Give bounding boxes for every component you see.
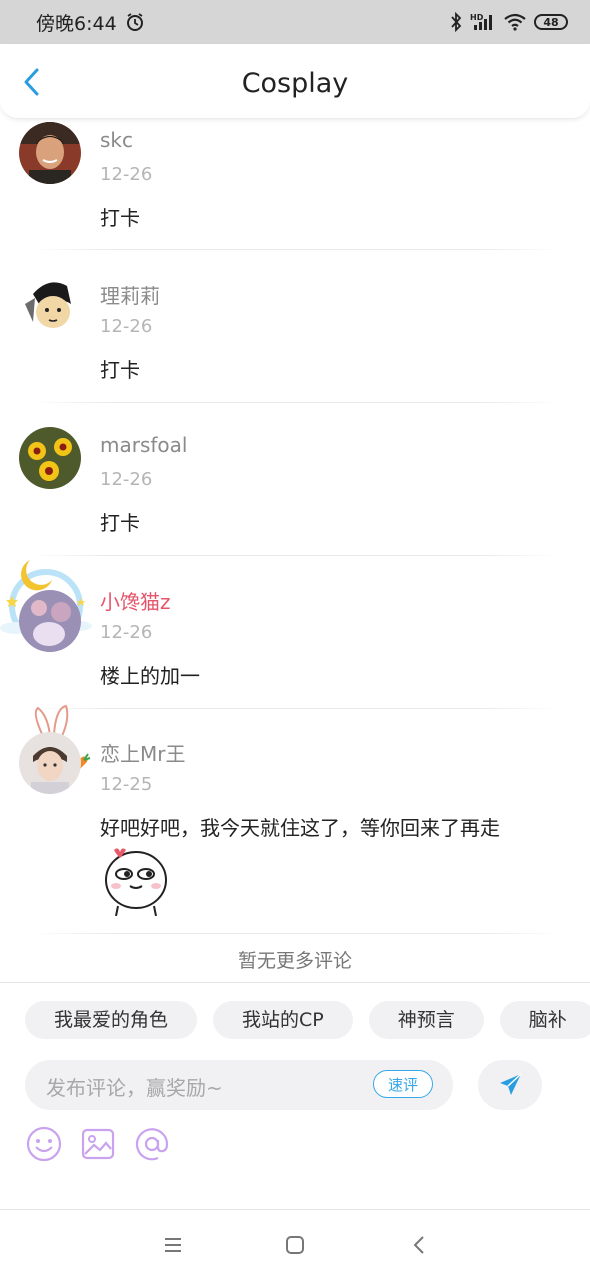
comment-item: skc 12-26 打卡: [0, 118, 590, 250]
back-icon: [413, 1236, 424, 1254]
topic-chip[interactable]: 脑补: [499, 1001, 590, 1039]
username: 理莉莉: [100, 284, 160, 308]
signal-icon: HD: [470, 13, 492, 30]
image-icon[interactable]: [80, 1126, 116, 1162]
status-icons: HD 48: [449, 12, 568, 32]
avatar[interactable]: [19, 732, 81, 794]
send-icon: [500, 1073, 522, 1095]
sticker-image[interactable]: [100, 842, 174, 916]
comment-text: 打卡: [100, 358, 140, 382]
home-button[interactable]: [282, 1232, 308, 1258]
battery-icon: 48: [534, 14, 568, 30]
status-time: 傍晚6:44: [36, 12, 117, 35]
topic-chips: 我最爱的角色 我站的CP 神预言 脑补: [25, 1001, 590, 1039]
topic-chip[interactable]: 神预言: [368, 1001, 484, 1039]
comment-text: 打卡: [100, 511, 140, 535]
send-button[interactable]: [478, 1060, 542, 1110]
battery-level: 48: [543, 15, 559, 29]
comment-date: 12-25: [100, 774, 153, 795]
home-icon: [286, 1236, 304, 1254]
comment-date: 12-26: [100, 622, 153, 643]
divider: [30, 249, 560, 250]
svg-text:HD: HD: [470, 13, 484, 22]
comment-input[interactable]: 发布评论，赢奖励~ 速评: [25, 1060, 453, 1110]
menu-button[interactable]: [160, 1232, 186, 1258]
topic-chip[interactable]: 我站的CP: [213, 1001, 353, 1039]
avatar[interactable]: [19, 427, 81, 489]
avatar[interactable]: [19, 122, 81, 184]
comment-date: 12-26: [100, 469, 153, 490]
status-bar: 傍晚6:44 HD 48: [0, 0, 590, 44]
at-icon[interactable]: [134, 1126, 170, 1162]
comment-item: 理莉莉 12-26 打卡: [0, 270, 590, 403]
wifi-icon: [504, 13, 526, 31]
username: skc: [100, 128, 133, 152]
menu-icon: [165, 1238, 181, 1252]
nav-back-button[interactable]: [406, 1232, 432, 1258]
composer-tools: [26, 1126, 170, 1162]
comment-text: 楼上的加一: [100, 664, 200, 688]
comment-composer: 我最爱的角色 我站的CP 神预言 脑补 发布评论，赢奖励~ 速评: [0, 982, 590, 1210]
comment-date: 12-26: [100, 316, 153, 337]
header: Cosplay: [0, 44, 590, 119]
no-more-comments: 暂无更多评论: [237, 950, 352, 972]
divider: [30, 708, 560, 709]
comment-text: 打卡: [100, 206, 140, 230]
page-title: Cosplay: [241, 68, 349, 99]
page: 傍晚6:44 HD 48 Cosplay skc 12-26 打卡 理莉莉 12…: [0, 0, 590, 1280]
comment-item: marsfoal 12-26 打卡: [0, 423, 590, 556]
alarm-icon: [126, 13, 143, 31]
comment-date: 12-26: [100, 164, 153, 185]
comment-text: 好吧好吧，我今天就住这了，等你回来了再走: [100, 816, 500, 840]
quick-review-button[interactable]: 速评: [372, 1070, 433, 1098]
comment-item: 小馋猫z 12-26 楼上的加一: [0, 560, 590, 709]
avatar[interactable]: [19, 274, 81, 336]
comment-input-placeholder: 发布评论，赢奖励~: [46, 1076, 223, 1100]
emoji-icon[interactable]: [26, 1126, 62, 1162]
avatar[interactable]: [19, 590, 81, 652]
username: 恋上Mr王: [100, 742, 186, 766]
comment-item: 恋上Mr王 12-25 好吧好吧，我今天就住这了，等你回来了再走: [0, 704, 590, 934]
username: marsfoal: [100, 433, 188, 457]
username: 小馋猫z: [100, 590, 171, 614]
divider: [30, 402, 560, 403]
divider: [30, 933, 560, 934]
topic-chip[interactable]: 我最爱的角色: [25, 1001, 198, 1039]
divider: [30, 555, 560, 556]
system-nav-bar: [0, 1210, 590, 1280]
bluetooth-icon: [451, 12, 462, 32]
